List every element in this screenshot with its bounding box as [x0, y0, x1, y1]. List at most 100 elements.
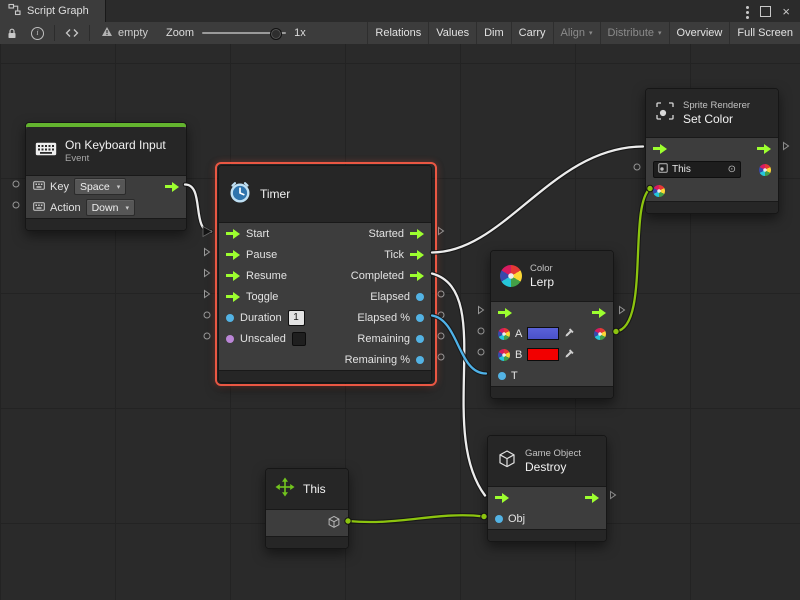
tab-script-graph[interactable]: Script Graph [0, 0, 106, 22]
lerp-flow-out-outer-port[interactable] [618, 305, 626, 315]
destroy-flow-out-outer-port[interactable] [609, 490, 617, 500]
setcolor-target-outer-port[interactable] [633, 163, 641, 171]
lerp-a-port-icon[interactable] [498, 328, 510, 340]
timer-toggle-port[interactable] [226, 292, 240, 302]
lock-icon[interactable] [0, 22, 24, 44]
key-port-icon[interactable] [33, 181, 45, 193]
timer-unscaled-port[interactable] [226, 335, 234, 343]
timer-remaining-pct-port[interactable] [416, 356, 424, 364]
window-menu-icon[interactable] [746, 5, 749, 18]
timer-pause-outer-port[interactable] [203, 247, 211, 257]
timer-remaining-outer-port[interactable] [437, 332, 445, 340]
action-port-icon[interactable] [33, 202, 45, 214]
timer-duration-outer-port[interactable] [203, 311, 211, 319]
relations-button[interactable]: Relations [367, 22, 428, 44]
timer-tick-port[interactable] [410, 250, 424, 260]
node-header[interactable]: Sprite RendererSet Color [646, 89, 778, 138]
timer-start-port[interactable] [226, 229, 240, 239]
lerp-a-outer-port[interactable] [477, 327, 485, 335]
window-close-icon[interactable]: × [782, 4, 790, 19]
unity-script-graph-window: Script Graph × i empty Zoom 1x Relations… [0, 0, 800, 600]
timer-elapsed-label: Elapsed [370, 291, 410, 303]
eyedropper-icon[interactable] [564, 327, 575, 341]
dim-button[interactable]: Dim [476, 22, 511, 44]
keyboard-key-outer-port[interactable] [12, 180, 20, 188]
setcolor-flow-in-port[interactable] [653, 144, 667, 154]
lerp-result-port-icon[interactable] [594, 328, 606, 340]
zoom-slider-handle[interactable] [270, 28, 282, 40]
lerp-b-label: B [515, 349, 522, 361]
timer-pause-port[interactable] [226, 250, 240, 260]
key-dropdown[interactable]: Space▾ [74, 178, 126, 195]
timer-toggle-outer-port[interactable] [203, 289, 211, 299]
timer-unscaled-outer-port[interactable] [203, 332, 211, 340]
timer-started-outer-port[interactable] [437, 226, 445, 236]
node-header[interactable]: Game ObjectDestroy [488, 436, 606, 487]
lerp-flow-in-port[interactable] [498, 308, 512, 318]
timer-elapsed-port[interactable] [416, 293, 424, 301]
zoom-value: 1x [294, 27, 306, 39]
node-color-lerp[interactable]: ColorLerp A B T [490, 250, 614, 399]
setcolor-flow-out-outer-port[interactable] [782, 141, 790, 151]
zoom-slider[interactable] [202, 32, 286, 34]
lerp-flow-out-port[interactable] [592, 308, 606, 318]
keyboard-action-outer-port[interactable] [12, 201, 20, 209]
target-object-field[interactable]: This ⊙ [653, 161, 741, 178]
action-dropdown[interactable]: Down▾ [86, 199, 135, 216]
event-flow-out-port[interactable] [165, 182, 179, 192]
collapse-chevrons-icon[interactable] [58, 22, 86, 44]
lerp-b-outer-port[interactable] [477, 348, 485, 356]
key-port-row: Key Space▾ [26, 176, 186, 197]
graph-canvas[interactable]: On Keyboard InputEvent Key Space▾ Action… [0, 44, 800, 600]
node-sprite-renderer-set-color[interactable]: Sprite RendererSet Color This ⊙ [645, 88, 779, 214]
node-timer[interactable]: Timer StartStarted PauseTick ResumeCompl… [218, 165, 432, 383]
window-maximize-icon[interactable] [760, 6, 771, 17]
destroy-obj-row: Obj [488, 508, 606, 529]
node-game-object-destroy[interactable]: Game ObjectDestroy Obj [487, 435, 607, 542]
key-label: Key [50, 181, 69, 193]
node-this[interactable]: This [265, 468, 349, 549]
timer-elapsed-pct-outer-port[interactable] [437, 311, 445, 319]
lerp-b-port-icon[interactable] [498, 349, 510, 361]
eyedropper-icon[interactable] [564, 348, 575, 362]
destroy-obj-port[interactable] [495, 515, 503, 523]
values-button[interactable]: Values [428, 22, 476, 44]
node-header[interactable]: This [266, 469, 348, 510]
destroy-flow-out-port[interactable] [585, 493, 599, 503]
node-on-keyboard-input[interactable]: On Keyboard InputEvent Key Space▾ Action… [25, 122, 187, 231]
node-subtitle: Event [65, 153, 166, 164]
distribute-dropdown[interactable]: Distribute▾ [600, 22, 669, 44]
full-screen-button[interactable]: Full Screen [729, 22, 800, 44]
info-icon[interactable]: i [24, 22, 51, 44]
timer-remaining-pct-outer-port[interactable] [437, 353, 445, 361]
unscaled-checkbox[interactable] [292, 332, 306, 346]
timer-resume-port[interactable] [226, 271, 240, 281]
timer-completed-port[interactable] [410, 271, 424, 281]
duration-input[interactable]: 1 [288, 310, 305, 326]
timer-start-outer-port-connected [203, 227, 212, 237]
node-header[interactable]: ColorLerp [491, 251, 613, 302]
node-header[interactable]: Timer [219, 166, 431, 223]
timer-elapsed-outer-port[interactable] [437, 290, 445, 298]
align-dropdown[interactable]: Align▾ [553, 22, 600, 44]
timer-started-port[interactable] [410, 229, 424, 239]
timer-elapsed-pct-port[interactable] [416, 314, 424, 322]
timer-resume-outer-port[interactable] [203, 268, 211, 278]
timer-duration-port[interactable] [226, 314, 234, 322]
overview-button[interactable]: Overview [669, 22, 730, 44]
timer-remaining-port[interactable] [416, 335, 424, 343]
node-header[interactable]: On Keyboard InputEvent [26, 127, 186, 176]
carry-button[interactable]: Carry [511, 22, 553, 44]
node-footer [219, 370, 431, 382]
setcolor-output-port-icon[interactable] [759, 164, 771, 176]
lerp-flow-in-outer-port[interactable] [477, 305, 485, 315]
setcolor-color-in-port-icon[interactable] [653, 185, 665, 197]
lerp-a-row: A [491, 323, 613, 344]
object-picker-icon[interactable]: ⊙ [728, 164, 736, 175]
color-swatch-a[interactable] [527, 327, 559, 340]
lerp-t-port[interactable] [498, 372, 506, 380]
destroy-flow-in-port[interactable] [495, 493, 509, 503]
color-swatch-b[interactable] [527, 348, 559, 361]
game-object-cube-icon[interactable] [327, 515, 341, 532]
setcolor-flow-out-port[interactable] [757, 144, 771, 154]
